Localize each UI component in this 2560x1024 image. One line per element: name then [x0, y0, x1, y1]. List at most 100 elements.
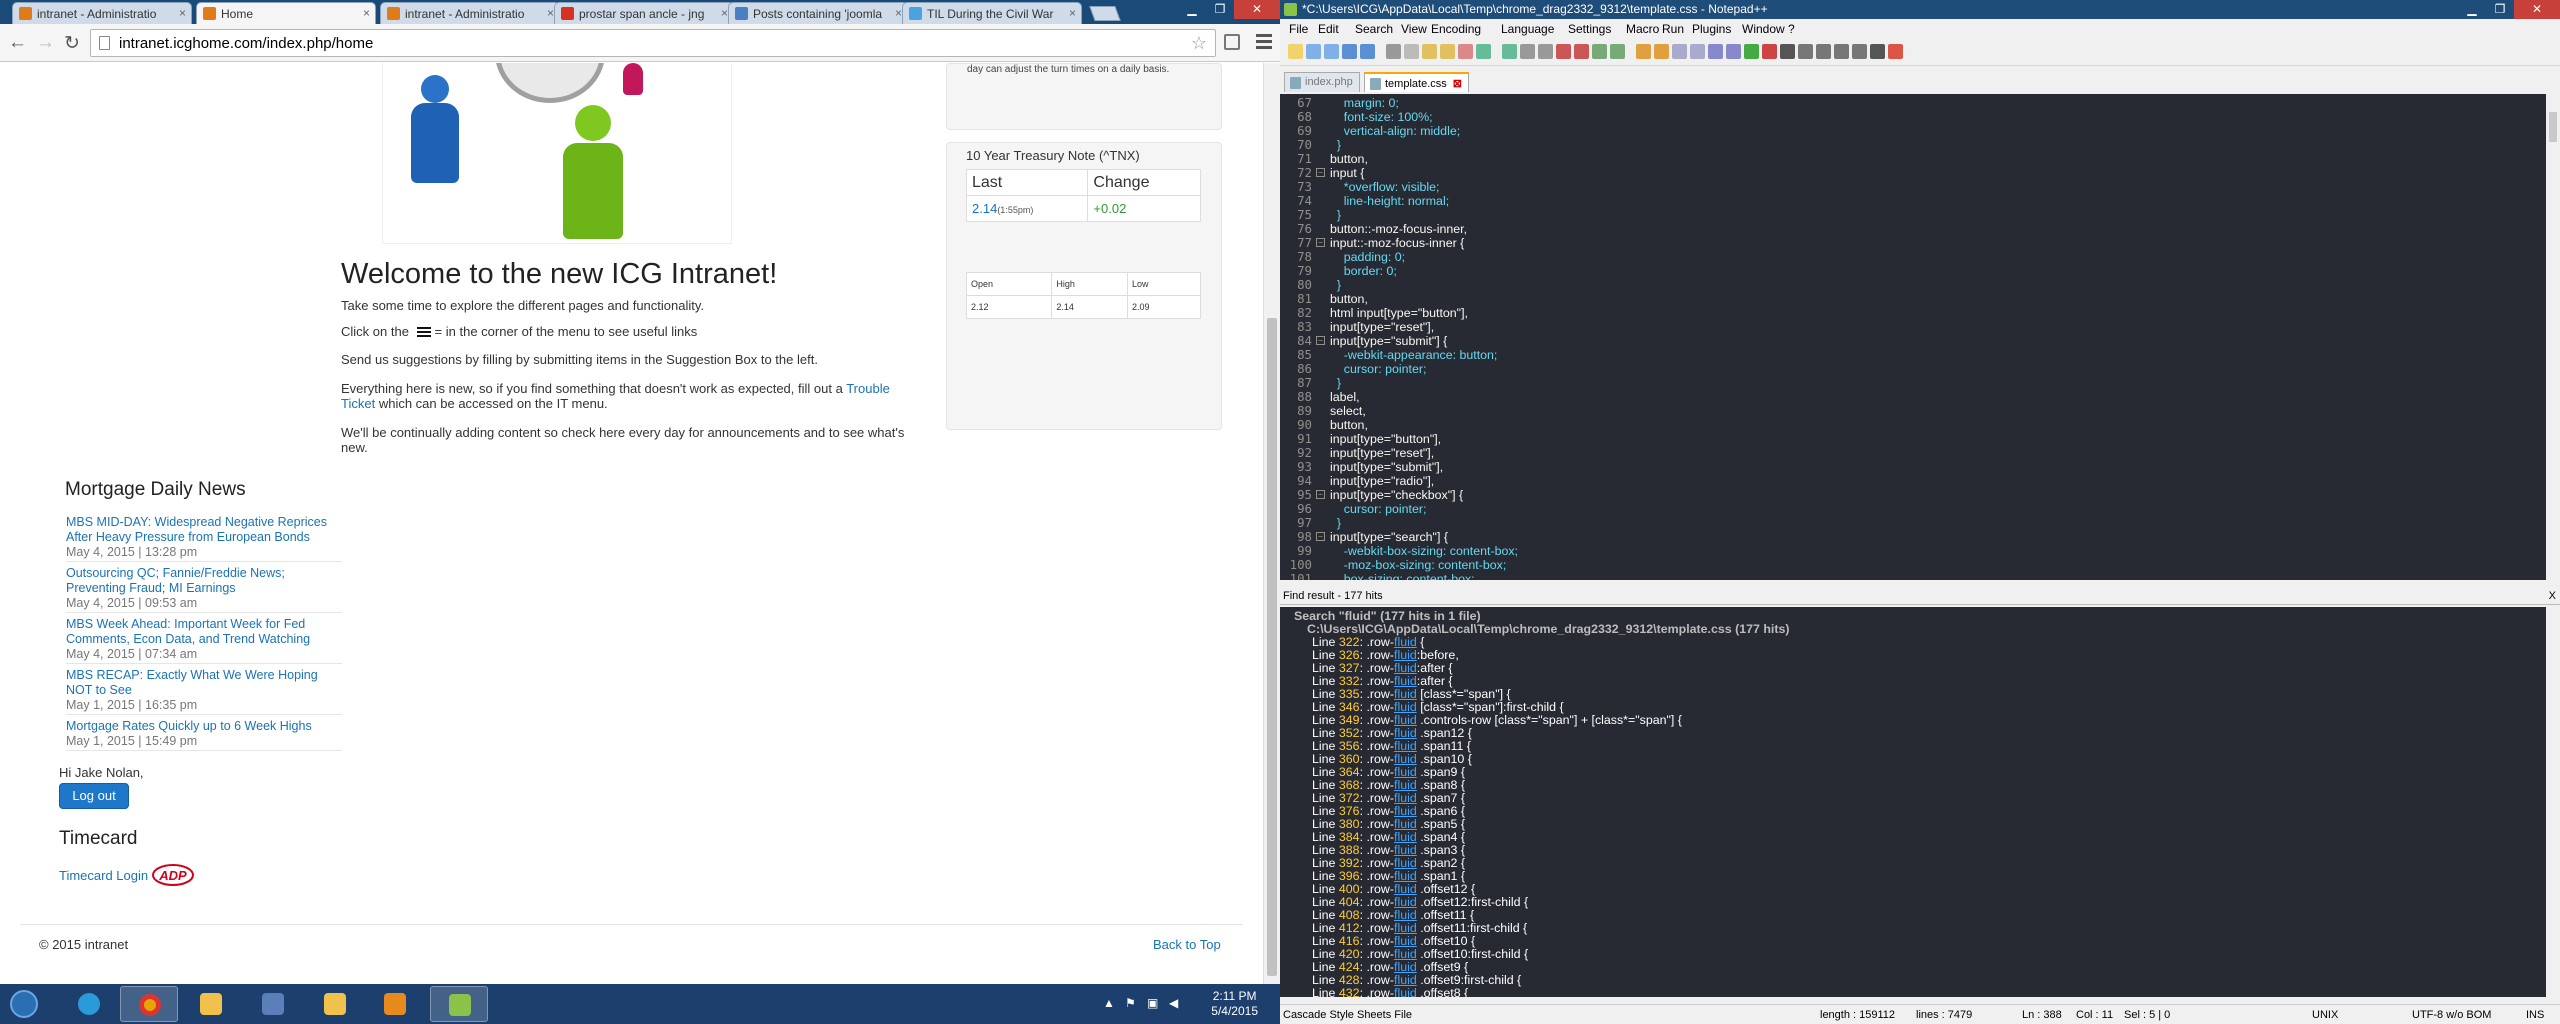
- tray-expand-icon[interactable]: ▲: [1103, 996, 1115, 1010]
- fold-toggle-icon[interactable]: −: [1316, 238, 1325, 247]
- npp-toolbar-icon[interactable]: [1780, 44, 1795, 59]
- news-title-link[interactable]: Mortgage Rates Quickly up to 6 Week High…: [66, 719, 342, 734]
- npp-menu-item[interactable]: Macro: [1626, 22, 1659, 36]
- search-result-line[interactable]: Line 432: .row-fluid .offset8 {: [1312, 987, 1468, 998]
- npp-toolbar-icon[interactable]: [1672, 44, 1687, 59]
- npp-toolbar-icon[interactable]: [1870, 44, 1885, 59]
- page-scrollbar-thumb[interactable]: [1267, 318, 1277, 976]
- npp-toolbar-icon[interactable]: [1386, 44, 1401, 59]
- close-window-icon[interactable]: ✕: [1234, 0, 1280, 19]
- chrome-tab[interactable]: intranet - Administratio ×: [380, 2, 560, 24]
- clock[interactable]: 2:11 PM 5/4/2015: [1211, 989, 1258, 1019]
- chrome-tab[interactable]: Home ×: [196, 2, 376, 24]
- npp-toolbar-icon[interactable]: [1744, 44, 1759, 59]
- fold-toggle-icon[interactable]: −: [1316, 336, 1325, 345]
- npp-tab-close-icon[interactable]: ⊠: [1453, 78, 1462, 90]
- npp-toolbar-icon[interactable]: [1422, 44, 1437, 59]
- chrome-tab[interactable]: TIL During the Civil War ×: [902, 2, 1082, 24]
- news-title-link[interactable]: MBS Week Ahead: Important Week for Fed C…: [66, 617, 342, 647]
- fold-toggle-icon[interactable]: −: [1316, 168, 1325, 177]
- npp-toolbar-icon[interactable]: [1816, 44, 1831, 59]
- npp-toolbar-icon[interactable]: [1834, 44, 1849, 59]
- taskbar-outlook[interactable]: [182, 986, 240, 1022]
- npp-toolbar-icon[interactable]: [1556, 44, 1571, 59]
- npp-menu-item[interactable]: Run: [1662, 22, 1684, 36]
- tab-close-icon[interactable]: ×: [179, 6, 186, 20]
- npp-toolbar-icon[interactable]: [1520, 44, 1535, 59]
- page-scrollbar[interactable]: [1263, 63, 1280, 984]
- npp-menu-item[interactable]: Language: [1501, 22, 1554, 36]
- npp-toolbar-icon[interactable]: [1888, 44, 1903, 59]
- npp-restore-icon[interactable]: ❐: [2486, 0, 2514, 19]
- chrome-tab[interactable]: Posts containing 'joomla ×: [728, 2, 908, 24]
- npp-toolbar-icon[interactable]: [1574, 44, 1589, 59]
- npp-toolbar-icon[interactable]: [1324, 44, 1339, 59]
- npp-toolbar-icon[interactable]: [1798, 44, 1813, 59]
- npp-toolbar-icon[interactable]: [1538, 44, 1553, 59]
- network-icon[interactable]: ▣: [1147, 996, 1158, 1010]
- npp-menu-item[interactable]: Plugins: [1692, 22, 1731, 36]
- taskbar-notepadpp[interactable]: [430, 986, 488, 1022]
- tab-close-icon[interactable]: ×: [721, 6, 728, 20]
- tab-close-icon[interactable]: ×: [363, 6, 370, 20]
- adp-logo[interactable]: ADP: [151, 863, 195, 887]
- npp-toolbar-icon[interactable]: [1690, 44, 1705, 59]
- reload-icon[interactable]: ↻: [64, 32, 80, 55]
- npp-toolbar-icon[interactable]: [1288, 44, 1303, 59]
- restore-icon[interactable]: ❐: [1206, 0, 1234, 19]
- npp-menu-item[interactable]: Settings: [1568, 22, 1611, 36]
- npp-menu-item[interactable]: Encoding: [1431, 22, 1481, 36]
- npp-toolbar-icon[interactable]: [1726, 44, 1741, 59]
- npp-toolbar-icon[interactable]: [1654, 44, 1669, 59]
- npp-toolbar-icon[interactable]: [1360, 44, 1375, 59]
- npp-toolbar-icon[interactable]: [1440, 44, 1455, 59]
- tab-close-icon[interactable]: ×: [547, 6, 554, 20]
- npp-menu-item[interactable]: Window: [1742, 22, 1785, 36]
- forward-arrow-icon[interactable]: →: [36, 32, 55, 54]
- npp-toolbar-icon[interactable]: [1306, 44, 1321, 59]
- npp-toolbar-icon[interactable]: [1636, 44, 1651, 59]
- chrome-menu-icon[interactable]: [1256, 34, 1272, 52]
- back-to-top-link[interactable]: Back to Top: [1153, 937, 1221, 952]
- npp-file-tab[interactable]: template.css ⊠: [1364, 72, 1469, 92]
- npp-file-tab[interactable]: index.php: [1284, 72, 1360, 92]
- npp-close-icon[interactable]: ✕: [2514, 0, 2560, 19]
- npp-toolbar-icon[interactable]: [1476, 44, 1491, 59]
- npp-menu-item[interactable]: File: [1289, 22, 1308, 36]
- taskbar-ie[interactable]: [60, 986, 118, 1022]
- back-arrow-icon[interactable]: ←: [8, 32, 27, 54]
- npp-toolbar-icon[interactable]: [1502, 44, 1517, 59]
- fold-toggle-icon[interactable]: −: [1316, 532, 1325, 541]
- taskbar-editor[interactable]: [244, 986, 302, 1022]
- taskbar-explorer[interactable]: [306, 986, 364, 1022]
- volume-icon[interactable]: ◀: [1169, 996, 1178, 1010]
- npp-toolbar-icon[interactable]: [1404, 44, 1419, 59]
- start-button[interactable]: [4, 986, 44, 1022]
- npp-menu-item[interactable]: Search: [1355, 22, 1393, 36]
- npp-toolbar-icon[interactable]: [1592, 44, 1607, 59]
- news-title-link[interactable]: MBS MID-DAY: Widespread Negative Reprice…: [66, 515, 342, 545]
- extension-icon[interactable]: [1224, 34, 1240, 50]
- npp-menu-item[interactable]: View: [1401, 22, 1427, 36]
- npp-toolbar-icon[interactable]: [1852, 44, 1867, 59]
- timecard-login-link[interactable]: Timecard Login: [59, 868, 148, 883]
- tab-close-icon[interactable]: ×: [895, 6, 902, 20]
- taskbar-chrome[interactable]: [120, 986, 178, 1022]
- chrome-tab[interactable]: prostar span ancle - jng ×: [554, 2, 734, 24]
- code-editor[interactable]: 67 margin: 0; 68 font-size: 100%; 69 verti…: [1280, 94, 2546, 580]
- logout-button[interactable]: Log out: [59, 783, 129, 809]
- npp-minimize-icon[interactable]: ▁: [2458, 0, 2486, 19]
- npp-toolbar-icon[interactable]: [1342, 44, 1357, 59]
- news-title-link[interactable]: MBS RECAP: Exactly What We Were Hoping N…: [66, 668, 342, 698]
- minimize-icon[interactable]: ▁: [1178, 0, 1206, 19]
- editor-scrollbar-thumb[interactable]: [2549, 112, 2557, 142]
- find-results-panel[interactable]: Search "fluid" (177 hits in 1 file) C:\Us…: [1280, 607, 2546, 997]
- npp-menu-item[interactable]: Edit: [1318, 22, 1339, 36]
- npp-toolbar-icon[interactable]: [1610, 44, 1625, 59]
- address-bar[interactable]: intranet.icghome.com/index.php/home ☆: [90, 29, 1216, 57]
- news-title-link[interactable]: Outsourcing QC; Fannie/Freddie News; Pre…: [66, 566, 342, 596]
- bookmark-star-icon[interactable]: ☆: [1191, 33, 1207, 54]
- editor-scrollbar[interactable]: [2546, 94, 2560, 580]
- results-scrollbar[interactable]: [2546, 607, 2560, 997]
- npp-toolbar-icon[interactable]: [1708, 44, 1723, 59]
